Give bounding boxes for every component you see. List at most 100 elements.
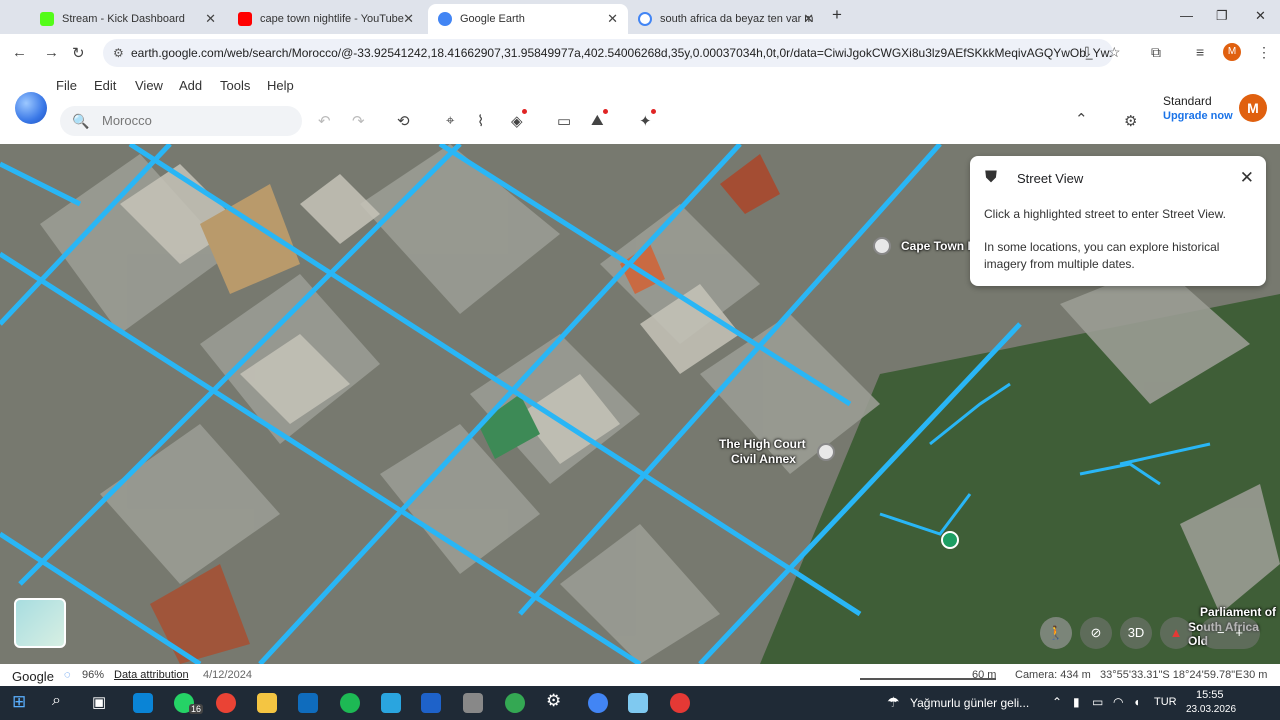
app-icon[interactable] <box>463 693 483 713</box>
poi-pin-icon[interactable] <box>817 443 835 461</box>
reload-icon[interactable]: ↻ <box>72 44 85 62</box>
chevron-up-icon[interactable]: ⌃ <box>1075 110 1088 128</box>
poi-label[interactable]: Civil Annex <box>731 452 796 466</box>
earth-header: File Edit View Add Tools Help 🔍 Morocco … <box>0 72 1280 144</box>
file-explorer-icon[interactable] <box>257 693 277 713</box>
battery-icon[interactable]: ▭ <box>1092 695 1103 709</box>
mic-icon[interactable]: ▮ <box>1073 695 1080 709</box>
tab-title: Google Earth <box>460 13 525 25</box>
menu-file[interactable]: File <box>56 78 77 93</box>
search-icon[interactable]: ⌕ <box>52 692 61 710</box>
wifi-icon[interactable]: ◠ <box>1113 695 1123 709</box>
app-icon[interactable] <box>628 693 648 713</box>
menu-tools[interactable]: Tools <box>220 78 250 93</box>
tab-kick[interactable]: Stream - Kick Dashboard ✕ <box>30 4 226 34</box>
task-view-icon[interactable]: ▣ <box>92 693 106 711</box>
window-close-button[interactable]: ✕ <box>1255 8 1266 24</box>
satellite-icon[interactable]: ✦ <box>639 109 656 130</box>
windows-start-icon[interactable]: ⊞ <box>12 692 26 712</box>
forward-icon[interactable]: → <box>44 44 59 61</box>
store-icon[interactable] <box>133 693 153 713</box>
data-attribution-link[interactable]: Data attribution <box>114 669 189 681</box>
clock-date[interactable]: 23.03.2026 <box>1186 704 1236 715</box>
3d-button[interactable]: 3D <box>1120 617 1152 649</box>
tab-title: cape town nightlife - YouTube <box>260 13 404 25</box>
site-info-icon[interactable]: ⚙ <box>113 39 124 67</box>
close-icon[interactable]: ✕ <box>803 11 814 27</box>
language-indicator[interactable]: TUR <box>1154 696 1177 708</box>
green-place-icon[interactable] <box>941 531 959 549</box>
chrome-icon[interactable] <box>216 693 236 713</box>
history-icon[interactable]: ⟲ <box>397 112 410 130</box>
install-icon[interactable]: ⇩ <box>1081 44 1093 61</box>
chrome-icon[interactable] <box>588 693 608 713</box>
upgrade-link[interactable]: Upgrade now <box>1163 110 1233 122</box>
measure-icon[interactable]: ▭ <box>557 112 571 130</box>
redo-icon[interactable]: ↷ <box>352 112 365 130</box>
tilt-icon[interactable]: ⊘ <box>1080 617 1112 649</box>
menu-add[interactable]: Add <box>179 78 202 93</box>
app-icon[interactable] <box>421 693 441 713</box>
new-tab-button[interactable]: + <box>832 5 842 25</box>
outlook-icon[interactable] <box>298 693 318 713</box>
url-field[interactable]: ⚙ earth.google.com/web/search/Morocco/@-… <box>103 39 1113 67</box>
settings-gear-icon[interactable]: ⚙ <box>1124 112 1137 130</box>
bookmark-star-icon[interactable]: ☆ <box>1108 44 1121 61</box>
chevron-up-icon[interactable]: ⌃ <box>1052 695 1062 709</box>
close-icon[interactable]: ✕ <box>403 11 414 27</box>
spotify-icon[interactable] <box>340 693 360 713</box>
minimize-button[interactable]: — <box>1180 8 1193 23</box>
menu-view[interactable]: View <box>135 78 163 93</box>
maximize-button[interactable]: ❐ <box>1216 8 1228 24</box>
menu-edit[interactable]: Edit <box>94 78 116 93</box>
imagery-date: 4/12/2024 <box>203 669 252 681</box>
compass-icon[interactable]: ▲ <box>1160 617 1192 649</box>
volume-icon[interactable]: ◖ <box>1133 695 1140 709</box>
app-icon[interactable] <box>670 693 690 713</box>
media-icon[interactable]: ≡ <box>1196 44 1204 60</box>
poi-label[interactable]: The High Court <box>719 437 806 451</box>
map-style-thumbnail[interactable] <box>14 598 66 648</box>
street-view-title: Street View <box>1017 171 1084 186</box>
google-earth-logo[interactable] <box>15 92 47 124</box>
tab-youtube[interactable]: cape town nightlife - YouTube ✕ <box>228 4 424 34</box>
weather-text[interactable]: Yağmurlu günler geli... <box>910 696 1029 710</box>
zoom-control[interactable]: − + <box>1200 617 1260 649</box>
user-avatar[interactable]: M <box>1239 94 1267 122</box>
tab-title: Stream - Kick Dashboard <box>62 13 185 25</box>
weather-icon: ☂ <box>887 694 900 710</box>
profile-avatar[interactable]: M <box>1223 43 1241 61</box>
pegman-icon[interactable]: 🚶 <box>1040 617 1072 649</box>
poi-pin-icon[interactable] <box>873 237 891 255</box>
close-icon[interactable]: ✕ <box>1240 168 1254 188</box>
plan-label: Standard <box>1163 94 1212 108</box>
elevation-icon[interactable]: ⛰ <box>591 109 608 129</box>
chrome-icon[interactable] <box>505 693 525 713</box>
close-icon[interactable]: ✕ <box>607 11 618 27</box>
clock-time[interactable]: 15:55 <box>1196 689 1224 701</box>
search-input[interactable]: 🔍 Morocco <box>60 106 302 136</box>
poi-label[interactable]: Cape Town I <box>901 239 971 253</box>
google-icon <box>638 12 652 26</box>
scale-bar <box>860 678 996 680</box>
path-icon[interactable]: ⌇ <box>477 112 484 130</box>
coordinates: 33°55'33.31"S 18°24'59.78"E <box>1100 669 1243 681</box>
extensions-icon[interactable]: ⧉ <box>1151 44 1161 61</box>
youtube-icon <box>238 12 252 26</box>
settings-gear-icon[interactable]: ⚙ <box>546 691 561 711</box>
tab-google-search[interactable]: south africa da beyaz ten var m ✕ <box>628 4 824 34</box>
loading-icon: ◌ <box>64 669 71 681</box>
back-icon[interactable]: ← <box>12 44 27 61</box>
menu-help[interactable]: Help <box>267 78 294 93</box>
placemark-icon[interactable]: ⌖ <box>446 112 454 129</box>
app-icon[interactable] <box>381 693 401 713</box>
loaded-percent: 96% <box>82 669 105 681</box>
undo-icon[interactable]: ↶ <box>318 112 331 130</box>
close-icon[interactable]: ✕ <box>205 11 216 27</box>
street-view-panel: ⛊ Street View ✕ Click a highlighted stre… <box>970 156 1266 286</box>
layers-icon[interactable]: ◈ <box>511 109 527 130</box>
ground-altitude: 30 m <box>1243 669 1268 681</box>
tab-google-earth[interactable]: Google Earth ✕ <box>428 4 628 34</box>
camera-altitude: Camera: 434 m <box>1015 669 1091 681</box>
browser-menu-icon[interactable]: ⋮ <box>1257 44 1271 61</box>
